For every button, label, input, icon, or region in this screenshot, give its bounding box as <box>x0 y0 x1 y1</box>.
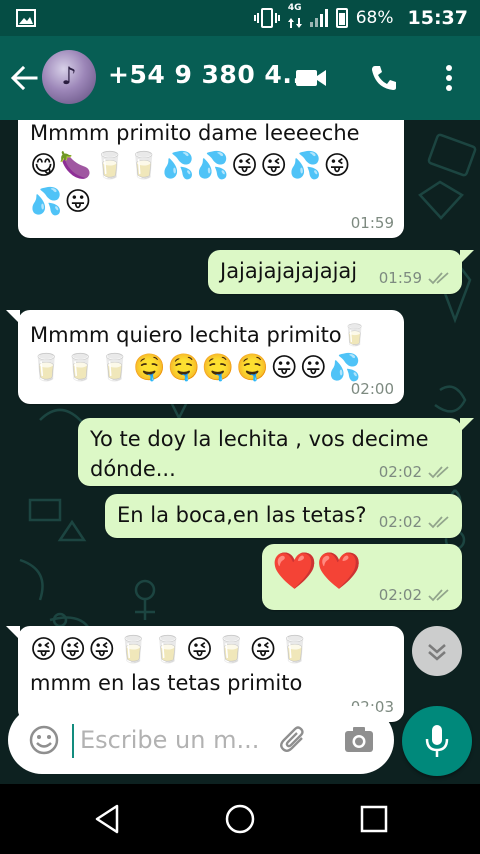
image-notification-icon <box>16 9 36 27</box>
contact-name[interactable]: +54 9 380 4... <box>108 60 312 89</box>
voice-record-button[interactable] <box>402 706 472 776</box>
music-note-icon: ♪ <box>61 62 77 90</box>
message-outgoing[interactable]: En la boca,en las tetas? 02:02 <box>105 494 462 538</box>
message-text: Mmmm quiero lechita primito🥛 <box>30 323 368 347</box>
nav-home-icon[interactable] <box>223 802 257 836</box>
bubble-tail <box>6 626 20 640</box>
double-chevron-down-icon <box>428 644 446 661</box>
message-emoji: 😋🍆🥛🥛💦💦😜😜💦😜💦😛 <box>30 151 353 217</box>
battery-percent: 68% <box>355 8 394 28</box>
microphone-icon <box>425 725 449 757</box>
data-arrows-icon <box>287 17 302 28</box>
vibrate-icon <box>253 8 280 28</box>
camera-icon[interactable] <box>342 724 376 756</box>
nav-back-icon[interactable] <box>90 802 124 836</box>
message-outgoing[interactable]: Jajajajajajajaj 01:59 <box>208 250 462 294</box>
read-receipt-icon <box>428 272 449 285</box>
message-time: 02:00 <box>350 380 394 398</box>
chat-header: ♪ +54 9 380 4... <box>0 36 480 120</box>
video-call-icon[interactable] <box>294 62 328 94</box>
message-input[interactable] <box>74 722 260 758</box>
emoji-icon[interactable] <box>28 724 60 756</box>
message-text: Mmmm primito dame leeeeche <box>30 121 360 145</box>
message-composer <box>8 706 394 774</box>
message-emoji: 🥛🥛🥛🤤🤤🤤🤤😛😛💦 <box>30 353 364 383</box>
message-incoming[interactable]: Mmmm primito dame leeeeche 😋🍆🥛🥛💦💦😜😜💦😜💦😛 … <box>18 120 404 238</box>
back-arrow-icon[interactable] <box>8 62 40 94</box>
system-navigation-bar <box>0 784 480 854</box>
signal-strength-icon <box>309 9 328 27</box>
scroll-to-bottom-button[interactable] <box>412 626 462 676</box>
bubble-tail <box>460 418 474 432</box>
more-vert-icon[interactable] <box>432 62 466 94</box>
phone-icon[interactable] <box>366 62 400 94</box>
message-emoji: 😜😜😜🥛🥛😜🥛😜🥛 <box>30 635 314 665</box>
message-text: mmm en las tetas primito <box>30 671 303 695</box>
bubble-tail <box>460 250 474 264</box>
message-time: 02:02 <box>378 463 422 481</box>
message-time: 01:59 <box>350 214 394 232</box>
message-time: 02:02 <box>378 586 422 604</box>
bubble-tail <box>6 310 20 324</box>
read-receipt-icon <box>428 589 449 602</box>
status-clock: 15:37 <box>407 7 468 29</box>
read-receipt-icon <box>428 466 449 479</box>
message-incoming[interactable]: Mmmm quiero lechita primito🥛 🥛🥛🥛🤤🤤🤤🤤😛😛💦 … <box>18 310 404 404</box>
message-outgoing[interactable]: Yo te doy la lechita , vos decime dónde.… <box>78 418 462 486</box>
contact-avatar[interactable]: ♪ <box>42 50 96 104</box>
status-bar: 4G 68% 15:37 <box>0 0 480 36</box>
network-type-indicator: 4G <box>287 3 302 33</box>
read-receipt-icon <box>428 516 449 529</box>
attach-clip-icon[interactable] <box>278 724 310 756</box>
message-time: 02:02 <box>378 513 422 531</box>
nav-recents-icon[interactable] <box>357 802 391 836</box>
message-outgoing[interactable]: ❤️❤️ 02:02 <box>262 544 462 610</box>
battery-icon <box>335 8 348 28</box>
message-time: 01:59 <box>378 269 422 287</box>
conversation-area[interactable]: Mmmm primito dame leeeeche 😋🍆🥛🥛💦💦😜😜💦😜💦😛 … <box>0 120 480 784</box>
message-emoji: ❤️❤️ <box>272 551 362 592</box>
